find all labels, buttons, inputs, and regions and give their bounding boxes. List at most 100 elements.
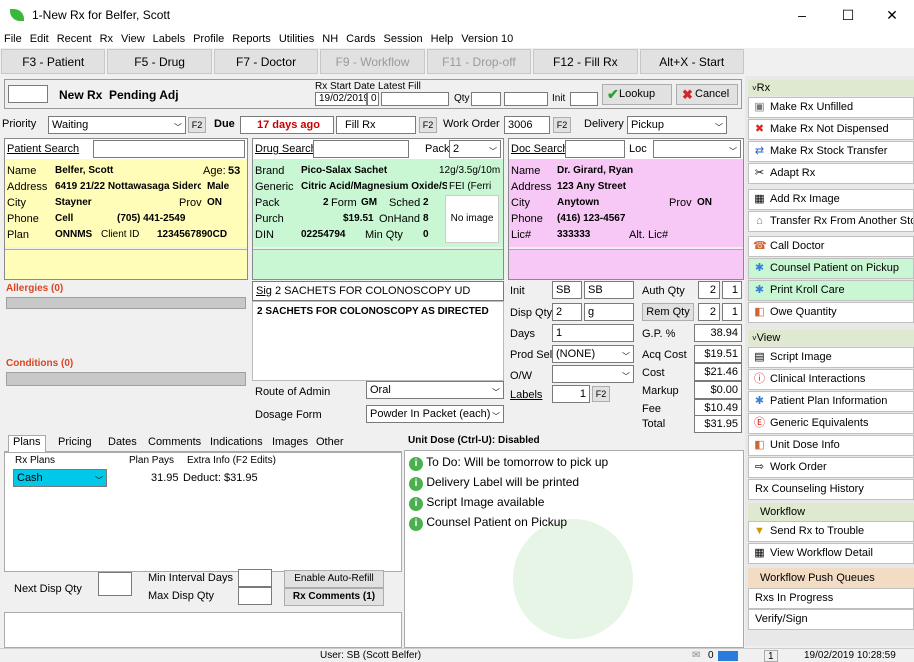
menu-recent[interactable]: Recent <box>53 30 96 48</box>
next-disp-field[interactable] <box>98 572 132 596</box>
rem-qty-field-2[interactable]: 1 <box>722 303 742 321</box>
qty-field-2[interactable] <box>504 92 548 106</box>
rx-number-field[interactable] <box>8 85 48 103</box>
print-kroll-care-button[interactable]: ✱ Print Kroll Care <box>748 280 914 301</box>
markup-field[interactable]: $0.00 <box>694 381 742 399</box>
work-order-f2-button[interactable]: F2 <box>553 117 571 133</box>
disp-qty-field[interactable]: 2 <box>552 303 582 321</box>
qty-field[interactable] <box>471 92 501 106</box>
prod-sel-select[interactable]: (NONE) ﹀ <box>552 345 634 363</box>
fill-rx-f2-button[interactable]: F2 <box>419 117 437 133</box>
call-doctor-button[interactable]: ☎ Call Doctor <box>748 236 914 257</box>
tab-images[interactable]: Images <box>272 436 308 448</box>
drug-notes[interactable] <box>253 249 503 279</box>
pack-select[interactable]: 2 ﹀ <box>449 140 501 158</box>
days-field[interactable]: 1 <box>552 324 634 342</box>
doctor-notes[interactable] <box>509 249 743 279</box>
labels-field[interactable]: 1 <box>552 385 590 403</box>
menu-help[interactable]: Help <box>427 30 458 48</box>
close-button[interactable]: ✕ <box>870 4 914 26</box>
menu-labels[interactable]: Labels <box>149 30 189 48</box>
make-rx-unfilled-button[interactable]: ▣ Make Rx Unfilled <box>748 97 914 118</box>
make-rx-stock-transfer-button[interactable]: ⇄ Make Rx Stock Transfer <box>748 141 914 162</box>
sig-input[interactable]: Sig 2 SACHETS FOR COLONOSCOPY UD <box>252 281 504 301</box>
init-field[interactable] <box>570 92 598 106</box>
f9-workflow-button[interactable]: F9 - Workflow <box>320 49 425 74</box>
ow-select[interactable]: ﹀ <box>552 365 634 383</box>
view-workflow-detail-button[interactable]: ▦ View Workflow Detail <box>748 543 914 564</box>
owe-quantity-button[interactable]: ◧ Owe Quantity <box>748 302 914 323</box>
init2-field[interactable]: SB <box>584 281 634 299</box>
alt-x-start-button[interactable]: Alt+X - Start <box>639 49 744 74</box>
disp-unit-field[interactable]: g <box>584 303 634 321</box>
adapt-rx-button[interactable]: ✂ Adapt Rx <box>748 163 914 184</box>
tab-other[interactable]: Other <box>316 436 344 448</box>
rx-counseling-history-button[interactable]: Rx Counseling History <box>748 479 914 500</box>
patient-plan-info-button[interactable]: ✱ Patient Plan Information <box>748 391 914 412</box>
tab-dates[interactable]: Dates <box>108 436 137 448</box>
f7-doctor-button[interactable]: F7 - Doctor <box>213 49 319 74</box>
conditions-list[interactable] <box>4 387 248 425</box>
rxs-in-progress-queue[interactable]: Rxs In Progress <box>748 588 914 609</box>
plan-select[interactable]: Cash ﹀ <box>13 469 107 487</box>
max-disp-field[interactable] <box>238 587 272 605</box>
minimize-button[interactable]: – <box>780 4 824 26</box>
dosage-select[interactable]: Powder In Packet (each) ﹀ <box>366 405 504 423</box>
priority-f2-button[interactable]: F2 <box>188 117 206 133</box>
menu-view[interactable]: View <box>117 30 149 48</box>
labels-f2-button[interactable]: F2 <box>592 386 610 402</box>
auth-qty-field-2[interactable]: 1 <box>722 281 742 299</box>
menu-profile[interactable]: Profile <box>189 30 228 48</box>
rx-comments-button[interactable]: Rx Comments (1) <box>284 588 384 606</box>
menu-rx[interactable]: Rx <box>96 30 117 48</box>
comment-textarea[interactable] <box>4 612 402 648</box>
maximize-button[interactable]: ☐ <box>826 4 870 26</box>
generic-equivalents-button[interactable]: Ⓔ Generic Equivalents <box>748 413 914 434</box>
start-date-field[interactable]: 19/02/2019 <box>315 92 367 106</box>
f11-dropoff-button[interactable]: F11 - Drop-off <box>426 49 532 74</box>
auth-qty-field[interactable]: 2 <box>698 281 720 299</box>
cancel-button[interactable]: ✖ Cancel <box>676 84 738 105</box>
delivery-select[interactable]: Pickup ﹀ <box>627 116 727 134</box>
route-select[interactable]: Oral ﹀ <box>366 381 504 399</box>
unit-dose-info-button[interactable]: ◧ Unit Dose Info <box>748 435 914 456</box>
drug-search-input[interactable] <box>313 140 409 158</box>
loc-select[interactable]: ﹀ <box>653 140 741 158</box>
add-rx-image-button[interactable]: ▦ Add Rx Image <box>748 189 914 210</box>
priority-select[interactable]: Waiting ﹀ <box>48 116 186 134</box>
menu-edit[interactable]: Edit <box>26 30 53 48</box>
work-order-button[interactable]: ⇨ Work Order <box>748 457 914 478</box>
script-image-button[interactable]: ▤ Script Image <box>748 347 914 368</box>
f12-fill-rx-button[interactable]: F12 - Fill Rx <box>533 49 638 74</box>
work-order-field[interactable]: 3006 <box>504 116 550 134</box>
tab-comments[interactable]: Comments <box>148 436 201 448</box>
allergies-list[interactable] <box>4 311 248 355</box>
lookup-button[interactable]: ✔ Lookup <box>602 84 672 105</box>
init1-field[interactable]: SB <box>552 281 582 299</box>
transfer-rx-from-store-button[interactable]: ⌂ Transfer Rx From Another Store <box>748 211 914 232</box>
send-rx-to-trouble-button[interactable]: ▼ Send Rx to Trouble <box>748 521 914 542</box>
auto-refill-button[interactable]: Enable Auto-Refill <box>284 570 384 588</box>
patient-search-input[interactable] <box>93 140 245 158</box>
f5-drug-button[interactable]: F5 - Drug <box>107 49 212 74</box>
make-rx-not-dispensed-button[interactable]: ✖ Make Rx Not Dispensed <box>748 119 914 140</box>
fill-blank-field[interactable] <box>381 92 449 106</box>
patient-notes[interactable] <box>5 249 247 279</box>
menu-cards[interactable]: Cards <box>342 30 379 48</box>
tab-plans[interactable]: Plans <box>8 435 46 453</box>
tab-indications[interactable]: Indications <box>210 436 263 448</box>
menu-reports[interactable]: Reports <box>228 30 275 48</box>
rem-qty-field[interactable]: 2 <box>698 303 720 321</box>
counsel-patient-button[interactable]: ✱ Counsel Patient on Pickup <box>748 258 914 279</box>
menu-file[interactable]: File <box>0 30 26 48</box>
verify-sign-queue[interactable]: Verify/Sign <box>748 609 914 630</box>
tab-pricing[interactable]: Pricing <box>58 436 92 448</box>
min-interval-field[interactable] <box>238 569 272 587</box>
menu-utilities[interactable]: Utilities <box>275 30 318 48</box>
menu-nh[interactable]: NH <box>318 30 342 48</box>
menu-session[interactable]: Session <box>380 30 427 48</box>
latest-fill-field[interactable]: 0 <box>367 92 379 106</box>
doc-search-input[interactable] <box>565 140 625 158</box>
rem-qty-button[interactable]: Rem Qty <box>642 303 694 321</box>
clinical-interactions-button[interactable]: ⓘ Clinical Interactions <box>748 369 914 390</box>
